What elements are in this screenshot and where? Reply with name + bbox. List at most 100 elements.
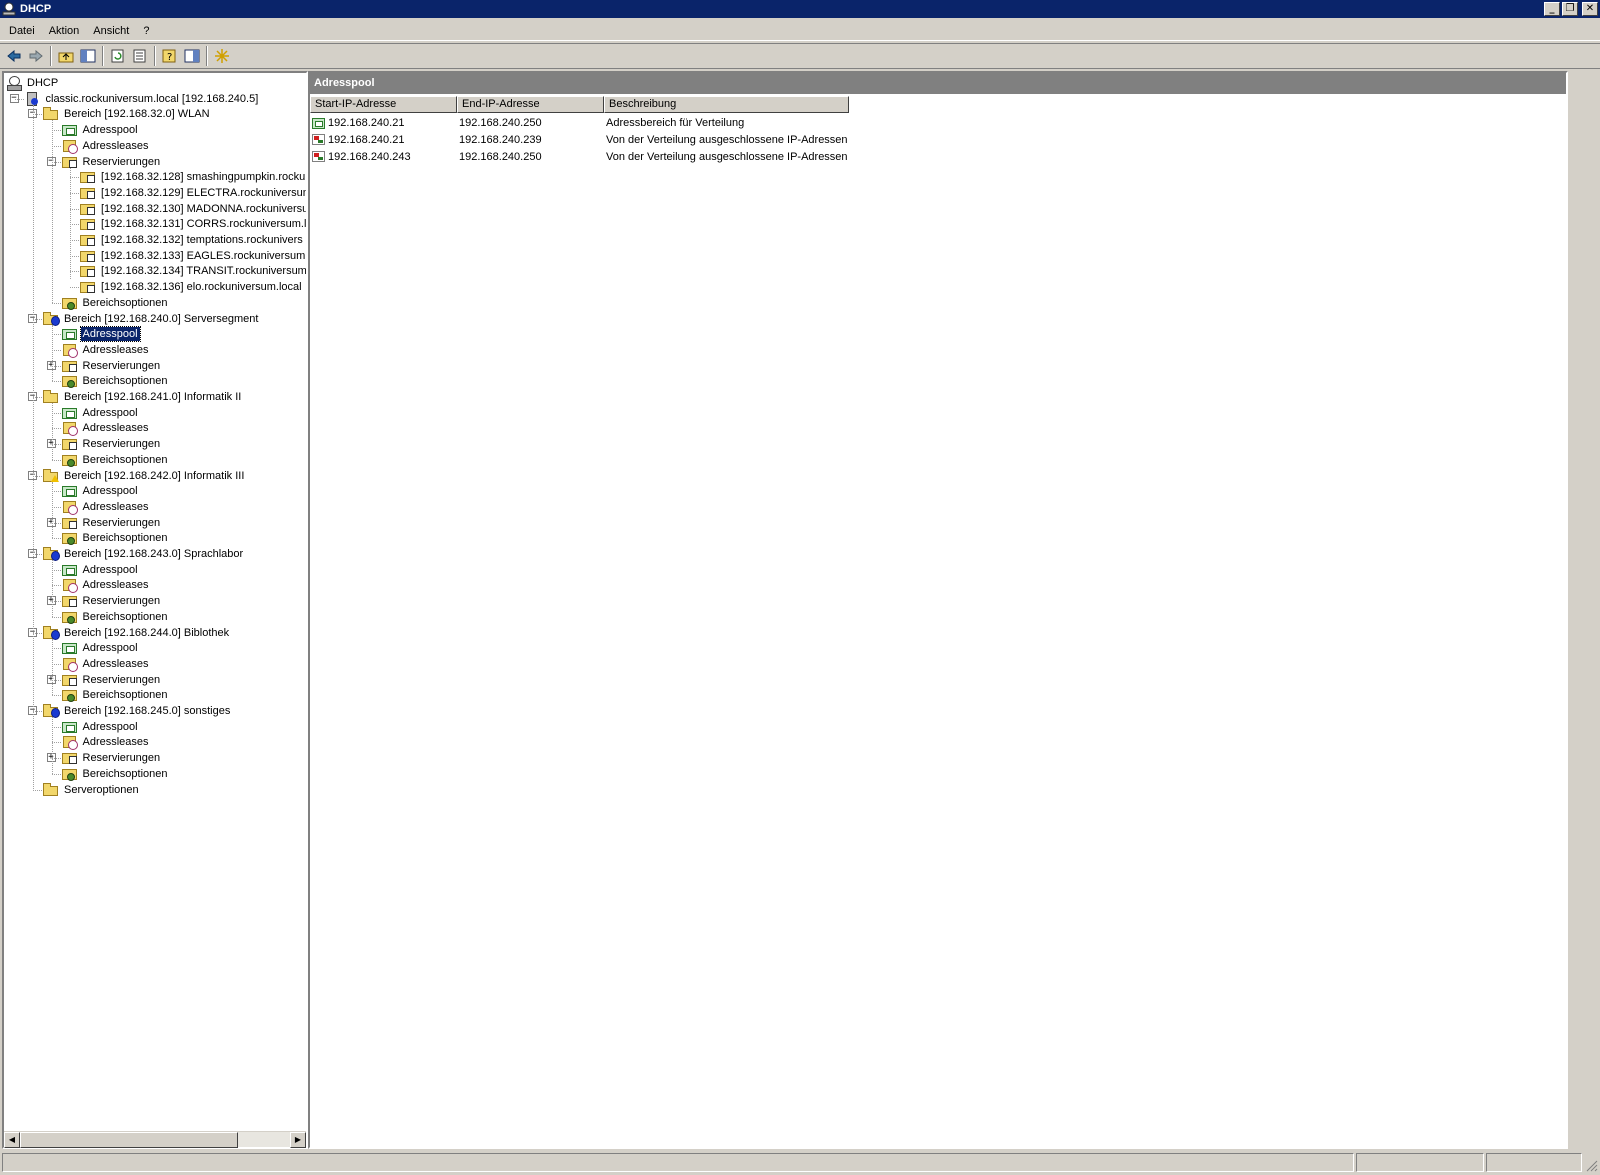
tree-node-reservierungen[interactable]: Reservierungen	[61, 358, 163, 374]
tree-node-adressleases[interactable]: Adressleases	[62, 342, 151, 358]
tree-node-bereichsoptionen[interactable]: Bereichsoptionen	[61, 373, 170, 389]
up-folder-icon[interactable]	[55, 45, 77, 67]
column-start-ip[interactable]: Start-IP-Adresse	[310, 96, 457, 113]
scroll-left-button[interactable]: ◀	[4, 1132, 20, 1148]
tree-node-label: Bereichsoptionen	[82, 296, 168, 309]
tree-node-scope[interactable]: Bereich [192.168.240.0] Serversegment	[43, 311, 260, 327]
tree-node-label: [192.168.32.129] ELECTRA.rockuniversum	[101, 186, 306, 199]
tree-connector-line	[33, 554, 42, 555]
tree-node-label: Bereichsoptionen	[82, 610, 168, 623]
minimize-button[interactable]: _	[1544, 2, 1560, 16]
scroll-right-button[interactable]: ▶	[290, 1132, 306, 1148]
menu-datei[interactable]: Datei	[2, 23, 42, 39]
tree-node-bereichsoptionen[interactable]: Bereichsoptionen	[61, 766, 170, 782]
tree-node-reservierungen[interactable]: Reservierungen	[61, 750, 163, 766]
tree-node-reservation[interactable]: [192.168.32.132] temptations.rockunivers	[80, 232, 305, 248]
refresh-icon[interactable]	[107, 45, 129, 67]
address-leases-icon	[62, 139, 78, 154]
tree-connector-line	[33, 397, 42, 398]
tree-node-adresspool[interactable]: Adresspool	[61, 122, 140, 138]
menu-ansicht[interactable]: Ansicht	[86, 23, 136, 39]
tree-node-adressleases[interactable]: Adressleases	[62, 656, 151, 672]
list-item[interactable]: 192.168.240.21 192.168.240.239 Von der Ver…	[312, 132, 906, 148]
tree-node-scope[interactable]: Bereich [192.168.241.0] Informatik II	[43, 389, 243, 405]
tree-node-scope[interactable]: Bereich [192.168.242.0] Informatik III	[43, 468, 246, 484]
tree-node-reservation[interactable]: [192.168.32.129] ELECTRA.rockuniversum	[80, 185, 306, 201]
tree-node-adressleases[interactable]: Adressleases	[62, 420, 151, 437]
tree-node-reservation[interactable]: [192.168.32.136] elo.rockuniversum.local	[80, 279, 304, 295]
tree-node-adressleases[interactable]: Adressleases	[62, 138, 151, 154]
scroll-thumb[interactable]	[20, 1132, 238, 1148]
list-item[interactable]: 192.168.240.243 192.168.240.250 Von der Ve…	[312, 149, 906, 165]
tree-node-label: Bereich [192.168.241.0] Informatik II	[64, 391, 242, 403]
close-button[interactable]: ✕	[1582, 2, 1598, 16]
tree-node-adresspool[interactable]: Adresspool	[61, 326, 141, 343]
tree-node-label: Bereichsoptionen	[82, 689, 168, 702]
tree-node-reservation[interactable]: [192.168.32.133] EAGLES.rockuniversum.l	[80, 248, 306, 264]
scope-options-icon	[61, 688, 78, 703]
reservations-icon	[61, 516, 78, 530]
tree-node-bereichsoptionen[interactable]: Bereichsoptionen	[61, 530, 170, 546]
properties-icon[interactable]	[181, 45, 203, 67]
dhcp-root-icon	[6, 76, 22, 91]
tree-node-serveroptionen[interactable]: Serveroptionen	[43, 782, 141, 798]
column-description[interactable]: Beschreibung	[604, 96, 849, 113]
tree-node-adressleases[interactable]: Adressleases	[62, 734, 151, 751]
tree-node-adressleases[interactable]: Adressleases	[62, 577, 151, 594]
tree-node-bereichsoptionen[interactable]: Bereichsoptionen	[61, 687, 170, 703]
console-tree[interactable]: DHCP classic.rockuniversum.local [192.168…	[4, 73, 306, 1131]
tree-node-reservierungen[interactable]: Reservierungen	[61, 593, 163, 609]
forward-icon[interactable]	[25, 45, 47, 67]
tree-node-adresspool[interactable]: Adresspool	[61, 719, 140, 735]
tree-node-dhcp[interactable]: DHCP	[6, 75, 60, 91]
tree-node-reservation[interactable]: [192.168.32.130] MADONNA.rockuniversu	[80, 201, 306, 217]
tree-node-adresspool[interactable]: Adresspool	[61, 483, 140, 499]
back-icon[interactable]	[3, 45, 25, 67]
tree-node-reservierungen[interactable]: Reservierungen	[61, 154, 163, 170]
tree-node-server[interactable]: classic.rockuniversum.local [192.168.240…	[25, 91, 261, 107]
tree-node-adresspool[interactable]: Adresspool	[61, 640, 140, 656]
menu-help[interactable]: ?	[136, 23, 156, 39]
tree-node-bereichsoptionen[interactable]: Bereichsoptionen	[61, 452, 170, 468]
tree-node-adresspool[interactable]: Adresspool	[61, 562, 140, 578]
tree-horizontal-scrollbar[interactable]: ◀ ▶	[4, 1131, 306, 1148]
tree-node-reservierungen[interactable]: Reservierungen	[61, 515, 163, 531]
tree-node-reservation[interactable]: [192.168.32.128] smashingpumpkin.rockur	[80, 169, 306, 185]
menu-aktion[interactable]: Aktion	[42, 23, 87, 39]
tree-node-scope[interactable]: Bereich [192.168.32.0] WLAN	[43, 106, 212, 122]
list-item[interactable]: 192.168.240.21 192.168.240.250 Adressberei…	[312, 115, 906, 131]
tree-node-bereichsoptionen[interactable]: Bereichsoptionen	[61, 295, 170, 311]
show-hide-tree-icon[interactable]	[77, 45, 99, 67]
tree-connector-line	[51, 638, 53, 696]
tree-connector-line	[51, 428, 61, 430]
help-icon[interactable]: ?	[159, 45, 181, 67]
tree-connector-line	[51, 758, 61, 760]
tree-connector-line	[51, 444, 61, 446]
export-list-icon[interactable]	[129, 45, 151, 67]
tree-connector-line	[51, 679, 61, 681]
tree-node-bereichsoptionen[interactable]: Bereichsoptionen	[61, 609, 170, 625]
resize-grip-icon[interactable]	[1586, 1160, 1598, 1172]
tree-node-scope[interactable]: Bereich [192.168.245.0] sonstiges	[43, 703, 232, 719]
start-ip: 192.168.240.243	[328, 150, 411, 163]
tree-connector-line	[70, 240, 79, 241]
address-leases-icon	[62, 735, 78, 751]
tree-node-reservation[interactable]: [192.168.32.131] CORRS.rockuniversum.lo	[80, 216, 306, 232]
tree-node-adresspool[interactable]: Adresspool	[61, 405, 140, 421]
tree-connector-line	[70, 255, 79, 257]
title-bar[interactable]: DHCP _ ❐ ✕	[0, 0, 1600, 18]
tree-node-reservierungen[interactable]: Reservierungen	[61, 436, 163, 452]
column-end-ip[interactable]: End-IP-Adresse	[457, 96, 604, 113]
server-icon	[25, 91, 41, 106]
tree-node-scope[interactable]: Bereich [192.168.243.0] Sprachlabor	[43, 546, 245, 562]
tree-connector-line	[51, 120, 53, 303]
tree-node-reservierungen[interactable]: Reservierungen	[61, 672, 163, 688]
tree-node-reservation[interactable]: [192.168.32.134] TRANSIT.rockuniversum	[80, 263, 306, 279]
tree-connector-line	[70, 271, 79, 273]
restore-button[interactable]: ❐	[1562, 2, 1578, 16]
tree-node-scope[interactable]: Bereich [192.168.244.0] Biblothek	[43, 625, 231, 641]
scope-active-icon	[43, 625, 60, 640]
tree-node-adressleases[interactable]: Adressleases	[62, 499, 151, 515]
new-scope-icon[interactable]	[211, 45, 233, 67]
tree-pane[interactable]: DHCP classic.rockuniversum.local [192.168…	[2, 71, 308, 1149]
